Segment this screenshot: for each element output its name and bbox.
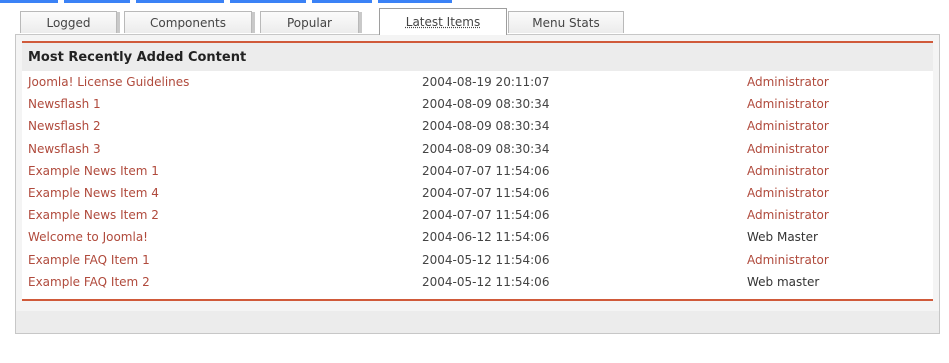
content-title-link[interactable]: Newsflash 3 [28, 142, 101, 156]
table-row: Example News Item 1 2004-07-07 11:54:06 Ad… [22, 160, 933, 182]
top-line-segment [64, 0, 130, 3]
row-date: 2004-07-07 11:54:06 [422, 208, 550, 223]
row-title-cell: Example News Item 1 [22, 164, 422, 178]
table-row: Newsflash 2 2004-08-09 08:30:34 Administra… [22, 115, 933, 137]
panel-footer [16, 311, 939, 333]
table-row: Example FAQ Item 2 2004-05-12 11:54:06 Web… [22, 271, 933, 293]
table-row: Example News Item 4 2004-07-07 11:54:06 Ad… [22, 182, 933, 204]
tab-components[interactable]: Components [124, 11, 255, 33]
tab-latest-items[interactable]: Latest Items [379, 8, 507, 35]
top-line-segment [378, 0, 452, 3]
row-author: Administrator [747, 75, 829, 90]
content-title-link[interactable]: Newsflash 2 [28, 119, 101, 133]
row-author: Administrator [747, 208, 829, 223]
table-row: Welcome to Joomla! 2004-06-12 11:54:06 Web… [22, 226, 933, 248]
row-date: 2004-08-09 08:30:34 [422, 97, 550, 112]
row-author: Administrator [747, 163, 829, 178]
row-title-cell: Newsflash 3 [22, 142, 422, 156]
row-date: 2004-07-07 11:54:06 [422, 186, 550, 201]
top-line-segment [136, 0, 224, 3]
top-line-segment [230, 0, 306, 3]
content-title-link[interactable]: Example News Item 2 [28, 208, 159, 222]
top-blue-line [0, 0, 949, 3]
top-line-segment [312, 0, 372, 3]
content-title-link[interactable]: Example FAQ Item 2 [28, 275, 150, 289]
row-author: Web master [747, 274, 820, 289]
table-row: Newsflash 3 2004-08-09 08:30:34 Administra… [22, 138, 933, 160]
tab-label: Menu Stats [532, 15, 600, 30]
row-author: Administrator [747, 119, 829, 134]
row-title-cell: Joomla! License Guidelines [22, 75, 422, 89]
row-date: 2004-08-09 08:30:34 [422, 119, 550, 134]
row-title-cell: Example News Item 2 [22, 208, 422, 222]
tab-edge [117, 12, 120, 33]
row-date: 2004-07-07 11:54:06 [422, 163, 550, 178]
content-title-link[interactable]: Example News Item 1 [28, 164, 159, 178]
latest-items-panel: Most Recently Added Content Joomla! Lice… [15, 34, 940, 334]
content-title-link[interactable]: Example News Item 4 [28, 186, 159, 200]
row-author: Administrator [747, 186, 829, 201]
table-heading: Most Recently Added Content [22, 43, 933, 71]
content-title-link[interactable]: Welcome to Joomla! [28, 230, 148, 244]
row-date: 2004-06-12 11:54:06 [422, 230, 550, 245]
table-row: Example News Item 2 2004-07-07 11:54:06 Ad… [22, 204, 933, 226]
row-date: 2004-05-12 11:54:06 [422, 252, 550, 267]
tab-edge [252, 12, 255, 33]
row-title-cell: Example FAQ Item 1 [22, 253, 422, 267]
row-title-cell: Newsflash 2 [22, 119, 422, 133]
tab-menu-stats[interactable]: Menu Stats [508, 11, 624, 33]
row-author: Administrator [747, 97, 829, 112]
row-title-cell: Example FAQ Item 2 [22, 275, 422, 289]
tab-edge [359, 12, 362, 33]
table-row: Newsflash 1 2004-08-09 08:30:34 Administra… [22, 93, 933, 115]
row-date: 2004-05-12 11:54:06 [422, 274, 550, 289]
tab-label: Components [150, 15, 226, 30]
row-date: 2004-08-19 20:11:07 [422, 75, 550, 90]
content-title-link[interactable]: Newsflash 1 [28, 97, 101, 111]
row-author: Web Master [747, 230, 818, 245]
table-row: Example FAQ Item 1 2004-05-12 11:54:06 Adm… [22, 249, 933, 271]
tab-logged[interactable]: Logged [20, 11, 120, 33]
row-date: 2004-08-09 08:30:34 [422, 141, 550, 156]
table-row: Joomla! License Guidelines 2004-08-19 20:… [22, 71, 933, 93]
top-line-segment [0, 0, 58, 3]
latest-items-table: Most Recently Added Content Joomla! Lice… [22, 41, 933, 301]
row-title-cell: Example News Item 4 [22, 186, 422, 200]
content-title-link[interactable]: Joomla! License Guidelines [28, 75, 189, 89]
row-author: Administrator [747, 141, 829, 156]
tab-label: Popular [287, 15, 332, 30]
table-body: Joomla! License Guidelines 2004-08-19 20:… [22, 71, 933, 293]
row-title-cell: Welcome to Joomla! [22, 230, 422, 244]
tab-popular[interactable]: Popular [260, 11, 362, 33]
tab-label: Latest Items [405, 15, 481, 29]
tab-label: Logged [46, 15, 91, 30]
row-author: Administrator [747, 252, 829, 267]
row-title-cell: Newsflash 1 [22, 97, 422, 111]
content-title-link[interactable]: Example FAQ Item 1 [28, 253, 150, 267]
